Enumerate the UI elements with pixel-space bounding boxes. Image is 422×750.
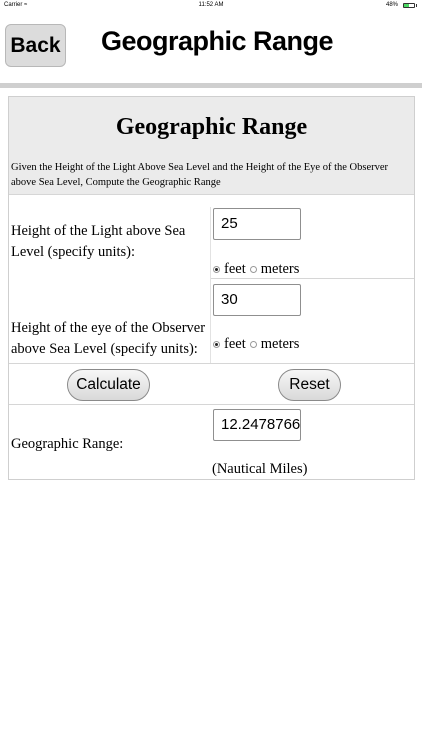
result-label: Geographic Range:: [11, 436, 124, 452]
status-time: 11:52 AM: [198, 2, 224, 8]
battery-icon: [403, 3, 415, 8]
back-button[interactable]: Back: [5, 24, 66, 67]
battery-percent: 48%: [385, 2, 398, 8]
eye-meters-radio[interactable]: [249, 341, 257, 348]
geographic-range-form: Geographic Range Given the Height of the…: [8, 96, 415, 480]
eye-feet-label: feet: [224, 336, 246, 352]
light-meters-label: meters: [260, 261, 300, 277]
light-feet-radio[interactable]: [213, 266, 220, 273]
section-divider: [9, 404, 414, 405]
battery-tip: [416, 4, 417, 7]
eye-height-units: feet meters: [213, 336, 299, 353]
status-bar: Carrier ≈ 11:52 AM 48%: [0, 0, 422, 12]
row-divider: [211, 278, 414, 279]
light-height-input[interactable]: 25: [213, 208, 301, 240]
eye-height-input[interactable]: 30: [213, 284, 301, 316]
light-height-units: feet meters: [213, 261, 299, 278]
header-divider: [0, 83, 422, 88]
page-title: Geographic Range: [101, 26, 334, 56]
result-units: (Nautical Miles): [212, 461, 308, 477]
battery-fill: [404, 4, 409, 7]
calculate-button[interactable]: Calculate: [67, 369, 150, 401]
light-meters-radio[interactable]: [249, 266, 257, 273]
light-height-label: Height of the Light above Sea Level (spe…: [11, 223, 186, 260]
column-divider: [210, 207, 211, 363]
form-title: Geographic Range: [9, 97, 414, 158]
eye-feet-radio[interactable]: [213, 341, 220, 348]
reset-button[interactable]: Reset: [278, 369, 341, 401]
eye-height-label: Height of the eye of the Observer above …: [11, 320, 206, 357]
result-output[interactable]: 12.24787669: [213, 409, 301, 441]
section-divider: [9, 363, 414, 364]
form-description: Given the Height of the Light Above Sea …: [9, 157, 414, 195]
eye-meters-label: meters: [260, 336, 300, 352]
light-feet-label: feet: [224, 261, 246, 277]
